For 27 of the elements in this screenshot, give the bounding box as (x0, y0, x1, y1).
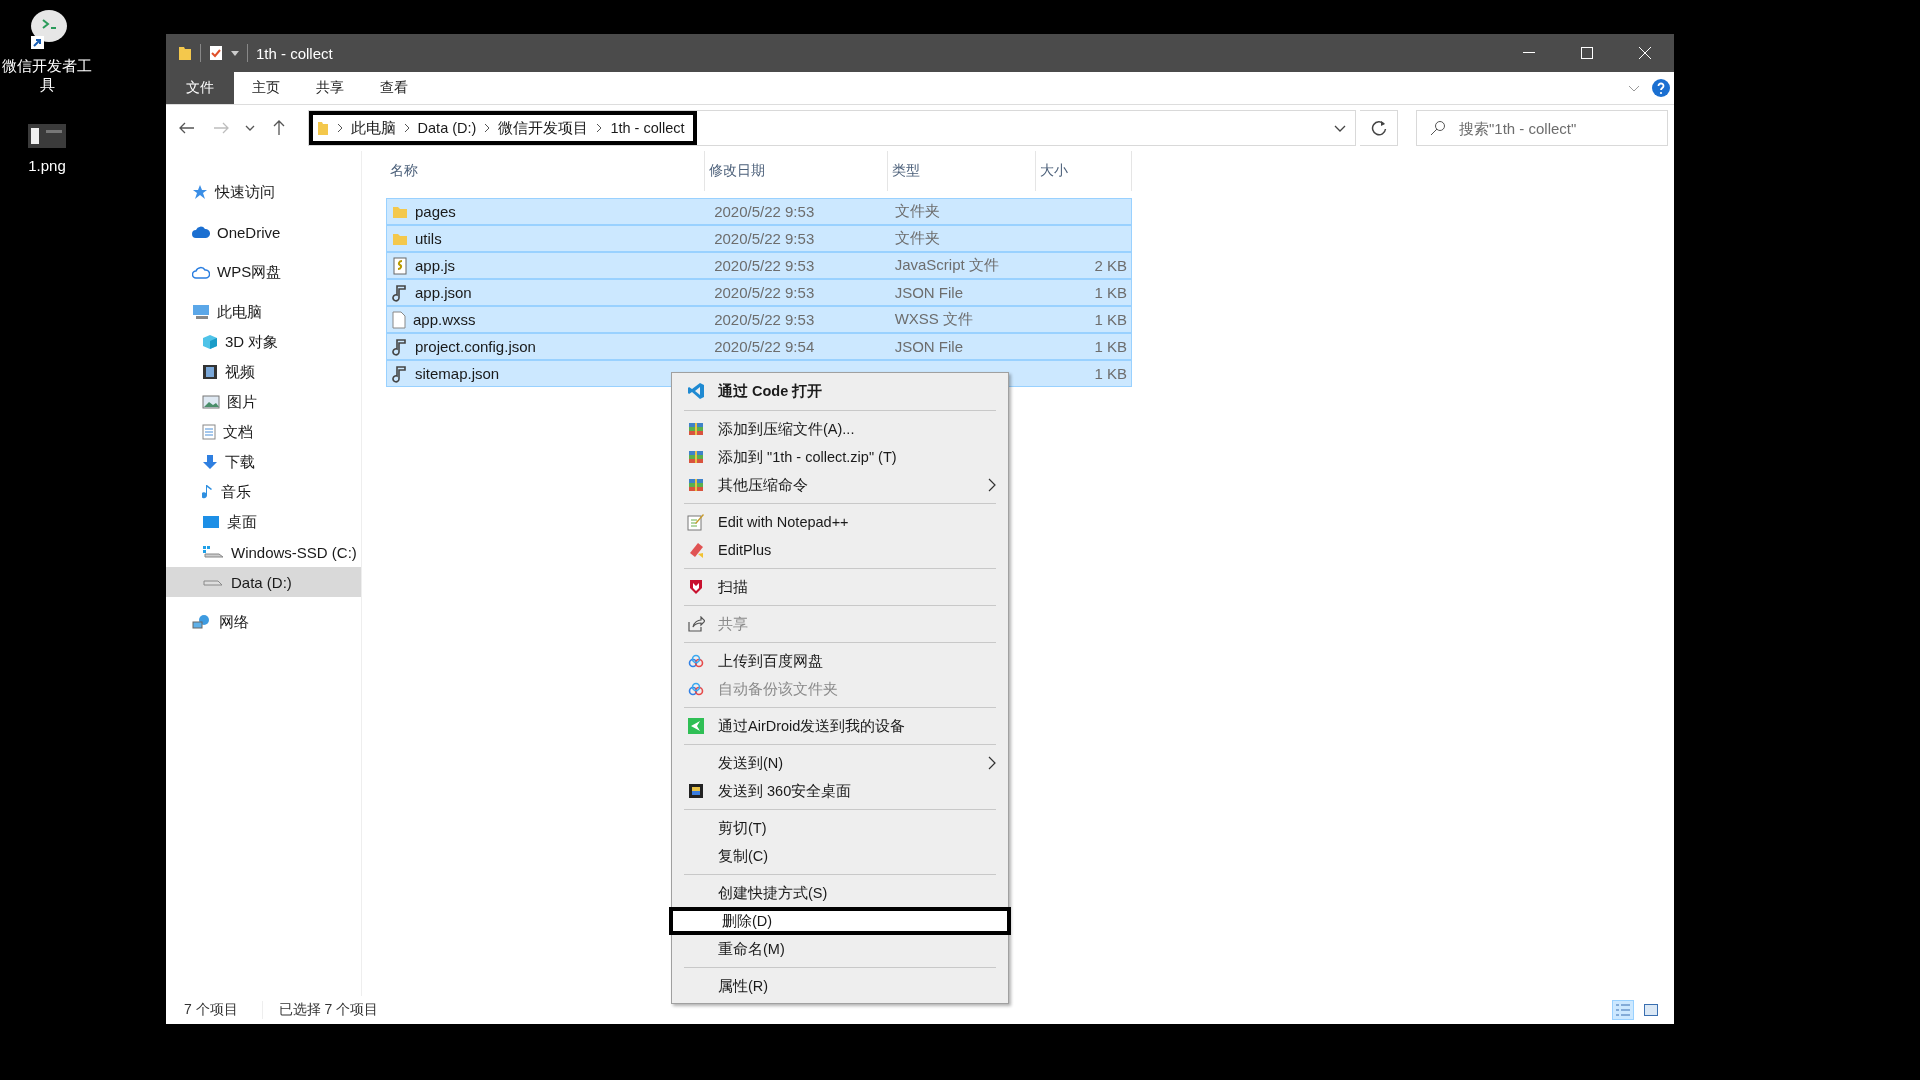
selection-count: 已选择 7 个项目 (261, 1001, 379, 1019)
size-cell: 2 KB (1094, 257, 1127, 274)
type-cell: 文件夹 (894, 229, 940, 246)
type-cell: JavaScript 文件 (894, 256, 999, 273)
date-cell: 2020/5/22 9:53 (714, 203, 815, 220)
file-name: app.json (415, 284, 472, 301)
date-cell: 2020/5/22 9:53 (714, 311, 815, 328)
date-cell: 2020/5/22 9:53 (714, 284, 815, 301)
size-cell: 1 KB (1094, 284, 1127, 301)
file-name: app.wxss (413, 311, 476, 328)
date-cell: 2020/5/22 9:54 (714, 338, 815, 355)
file-name: project.config.json (415, 338, 536, 355)
window-title: 1th - collect (256, 44, 333, 62)
size-cell: 1 KB (1094, 311, 1127, 328)
item-count: 7 个项目 (184, 1001, 238, 1019)
size-cell: 1 KB (1094, 365, 1127, 382)
file-name: utils (415, 230, 442, 247)
date-cell: 2020/5/22 9:53 (714, 230, 815, 247)
type-cell: JSON File (894, 284, 963, 301)
file-name: sitemap.json (415, 365, 500, 382)
type-cell: 文件夹 (894, 202, 940, 219)
type-cell: WXSS 文件 (894, 310, 973, 327)
date-cell: 2020/5/22 9:53 (714, 257, 815, 274)
file-name: app.js (415, 257, 456, 274)
type-cell: JSON File (894, 338, 963, 355)
file-name: pages (415, 203, 456, 220)
size-cell: 1 KB (1094, 338, 1127, 355)
